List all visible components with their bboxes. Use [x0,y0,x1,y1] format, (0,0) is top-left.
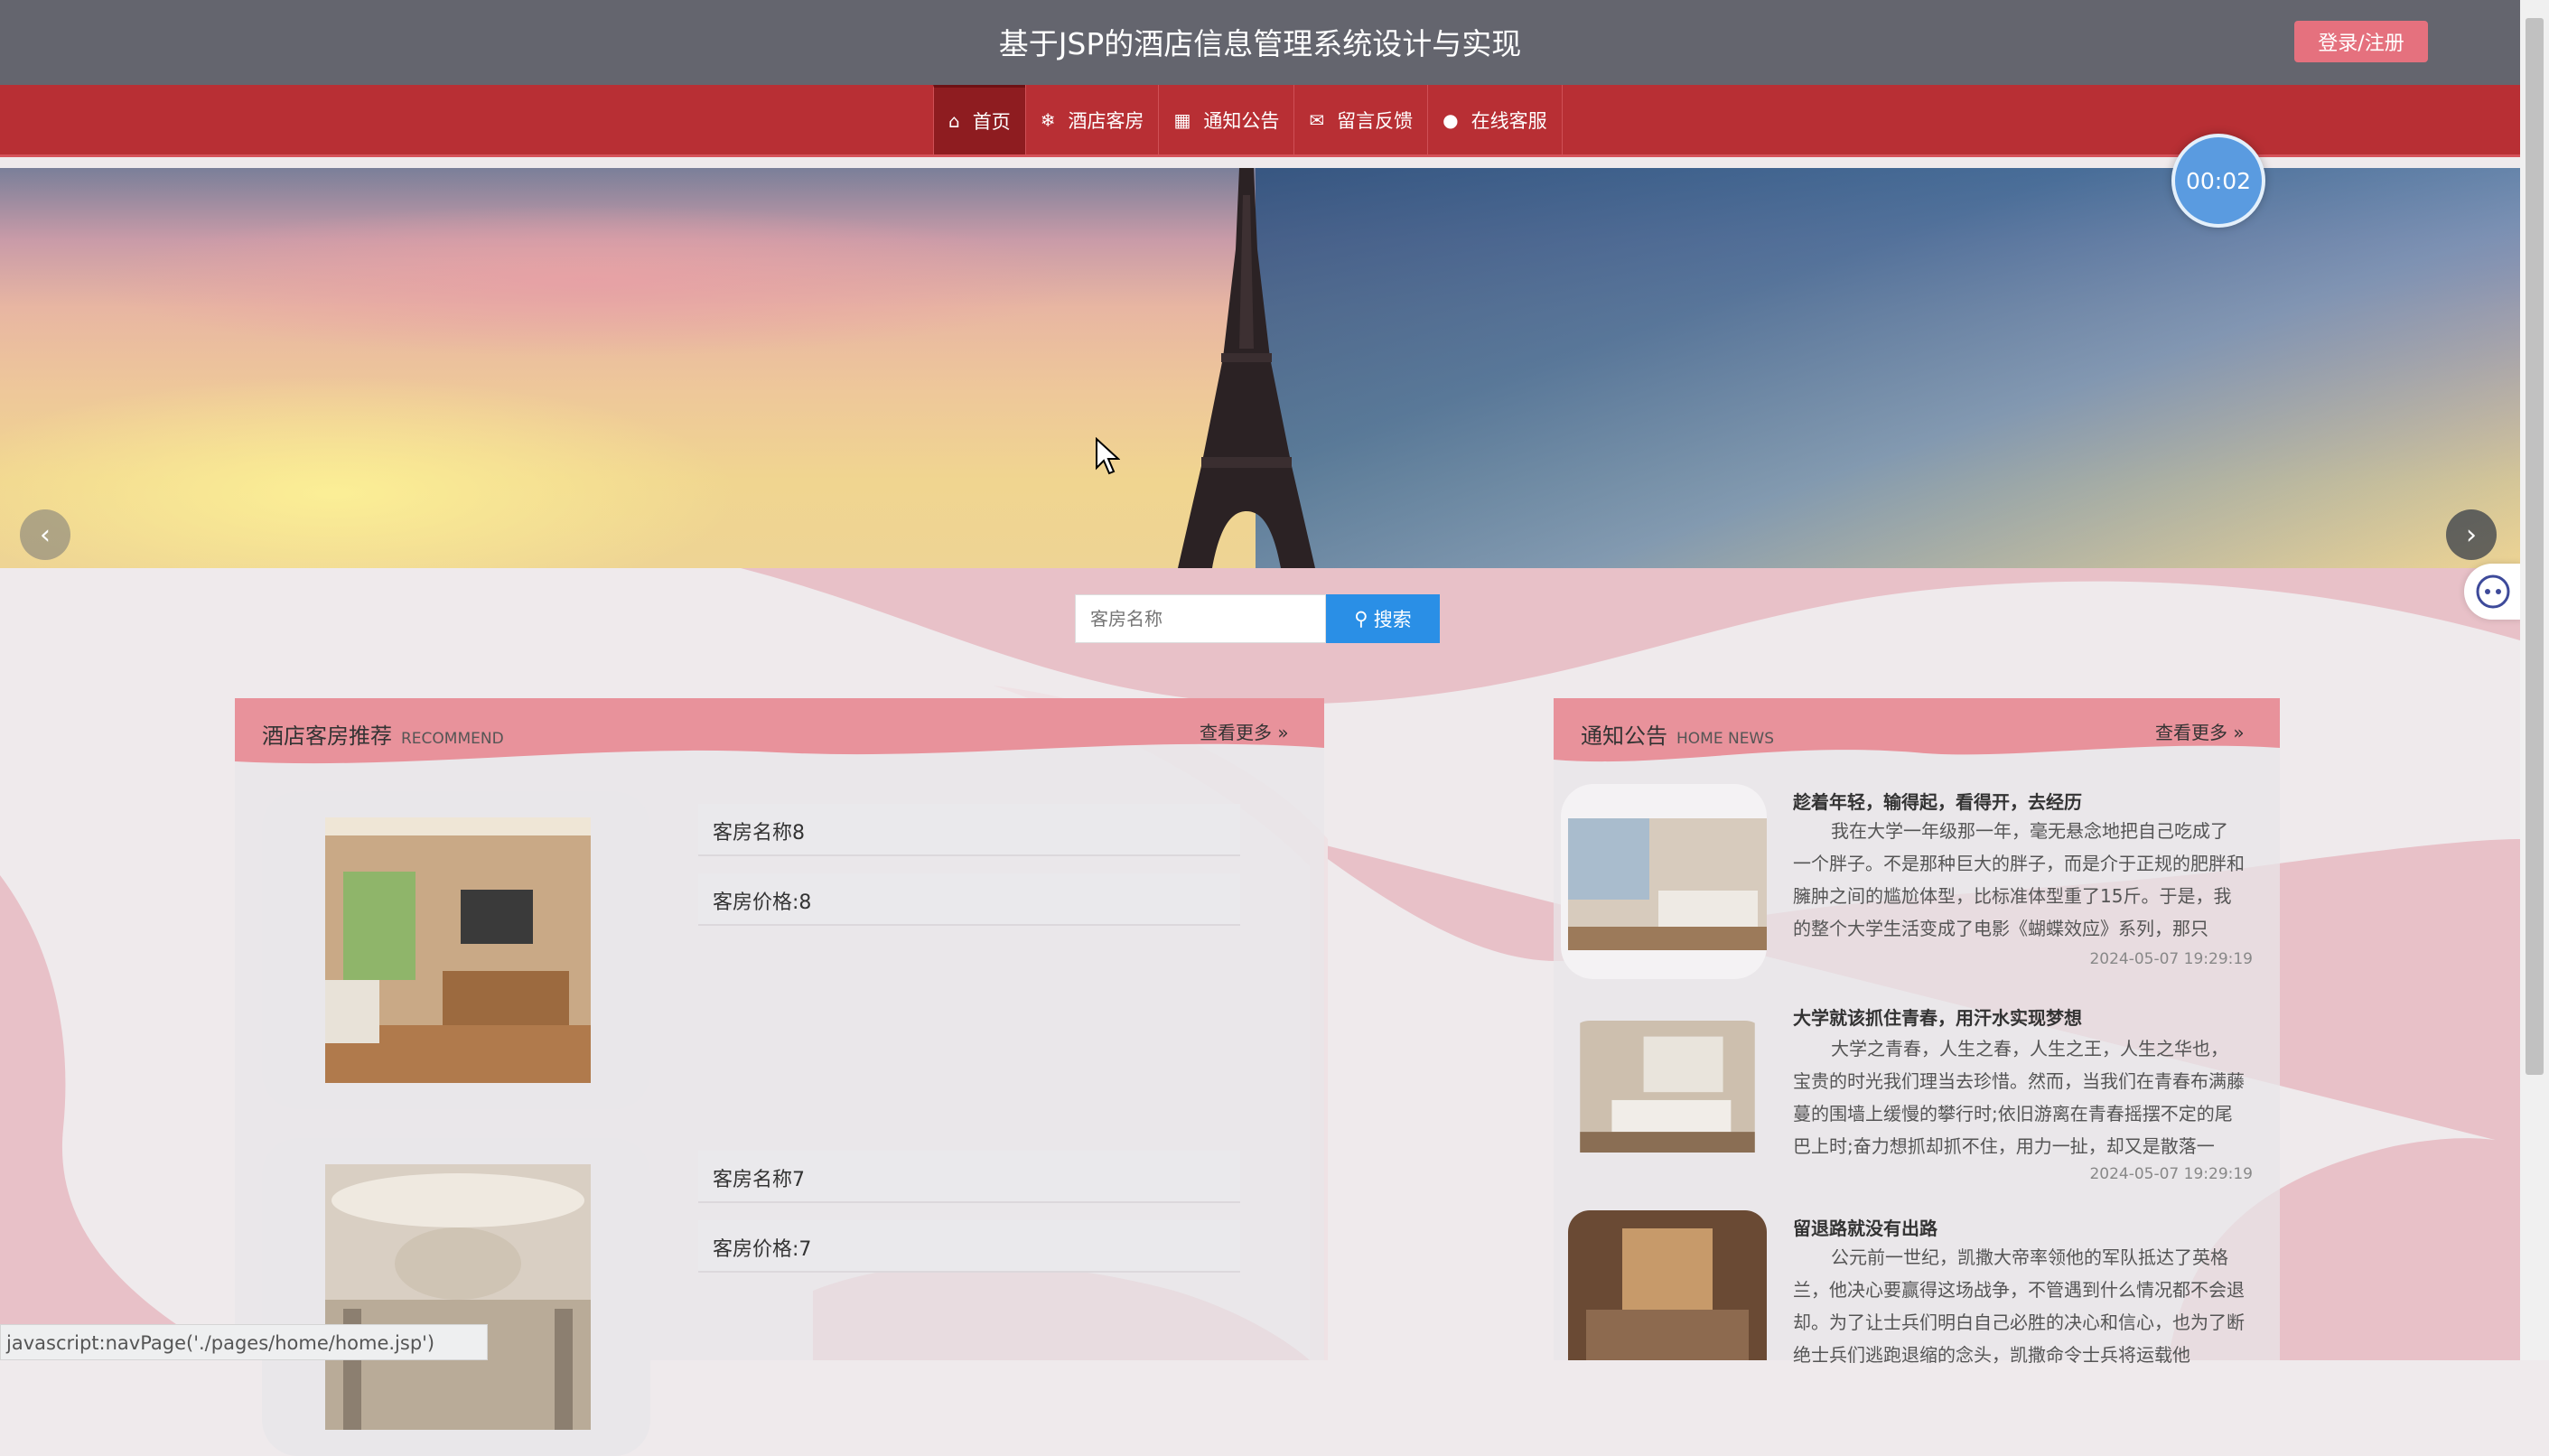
nav-item-service[interactable]: ● 在线客服 [1427,85,1563,154]
robot-icon [2476,574,2510,609]
search-button[interactable]: ⚲ 搜索 [1326,594,1440,643]
nav-item-label: 首页 [972,111,1011,133]
login-register-button[interactable]: 登录/注册 [2294,21,2428,62]
room-search-input[interactable] [1075,594,1326,643]
nav-item-label: 酒店客房 [1068,109,1144,132]
news-item-body: 大学之青春，人生之春，人生之王，人生之华也，宝贵的时光我们理当去珍惜。然而，当我… [1793,1038,2245,1157]
calendar-icon: ▦ [1173,108,1191,131]
room-name: 客房名称8 [698,804,1240,856]
mouse-cursor-icon [1096,437,1120,475]
room-card[interactable] [262,791,650,1109]
nav-item-label: 在线客服 [1471,109,1547,132]
news-item-title[interactable]: 留退路就没有出路 [1793,1214,1937,1240]
news-item-title[interactable]: 趁着年轻，输得起，看得开，去经历 [1793,788,2082,814]
search-icon: ⚲ [1354,608,1368,630]
chevron-right-icon: › [2466,518,2477,551]
carousel-prev-button[interactable]: ‹ [20,509,70,560]
recommend-more-link[interactable]: 查看更多 » [1200,718,1289,744]
news-image [1580,1021,1755,1153]
room-price: 客房价格:7 [698,1220,1240,1273]
news-item-title[interactable]: 大学就该抓住青春，用汗水实现梦想 [1793,1003,2082,1030]
news-item-date: 2024-05-07 19:29:19 [2089,1165,2253,1183]
browser-status-bar: javascript:navPage('./pages/home/home.js… [0,1324,488,1360]
banner-carousel: ‹ › [0,168,2520,568]
scrollbar-thumb[interactable] [2526,18,2544,1075]
double-chevron-right-icon: » [1272,722,1289,743]
timer-badge: 00:02 [2171,134,2265,228]
site-title: 基于JSP的酒店信息管理系统设计与实现 [998,26,1522,61]
mail-icon: ✉ [1309,108,1325,131]
room-card[interactable] [262,1138,650,1456]
nav-item-home[interactable]: ⌂ 首页 [933,85,1025,154]
news-item-date: 2024-05-07 19:29:19 [2089,950,2253,968]
main-nav: ⌂ 首页 ❄ 酒店客房 ▦ 通知公告 ✉ 留言反馈 ● 在线客服 [0,85,2520,157]
room-image [325,1164,591,1430]
news-subtitle: HOME NEWS [1676,730,1775,748]
double-chevron-right-icon: » [2227,722,2245,743]
news-title: 通知公告 HOME NEWS [1581,723,1775,749]
room-name: 客房名称7 [698,1151,1240,1203]
nav-item-label: 通知公告 [1203,109,1280,132]
chatbot-button[interactable] [2464,564,2522,620]
chat-icon: ● [1443,108,1459,131]
home-icon: ⌂ [948,110,960,132]
recommend-subtitle: RECOMMEND [401,730,504,748]
news-item-body: 公元前一世纪，凯撒大帝率领他的军队抵达了英格兰，他决心要赢得这场战争，不管遇到什… [1793,1246,2245,1366]
room-price: 客房价格:8 [698,873,1240,926]
room-image [325,817,591,1083]
nav-item-feedback[interactable]: ✉ 留言反馈 [1293,85,1428,154]
carousel-next-button[interactable]: › [2446,509,2497,560]
nav-item-notices[interactable]: ▦ 通知公告 [1158,85,1294,154]
chevron-left-icon: ‹ [40,518,51,551]
news-item-body: 我在大学一年级那一年，毫无悬念地把自己吃成了一个胖子。不是那种巨大的胖子，而是介… [1793,820,2245,939]
news-image [1568,1210,1767,1360]
nav-item-label: 留言反馈 [1337,109,1414,132]
search-button-label: 搜索 [1373,609,1412,630]
recommend-title: 酒店客房推荐 RECOMMEND [262,723,504,749]
news-image [1568,818,1767,950]
top-bar: 基于JSP的酒店信息管理系统设计与实现 登录/注册 [0,0,2520,85]
news-more-link[interactable]: 查看更多 » [2155,718,2245,744]
snowflake-icon: ❄ [1040,108,1056,131]
eiffel-tower-image [1178,168,1315,568]
nav-item-rooms[interactable]: ❄ 酒店客房 [1024,85,1159,154]
